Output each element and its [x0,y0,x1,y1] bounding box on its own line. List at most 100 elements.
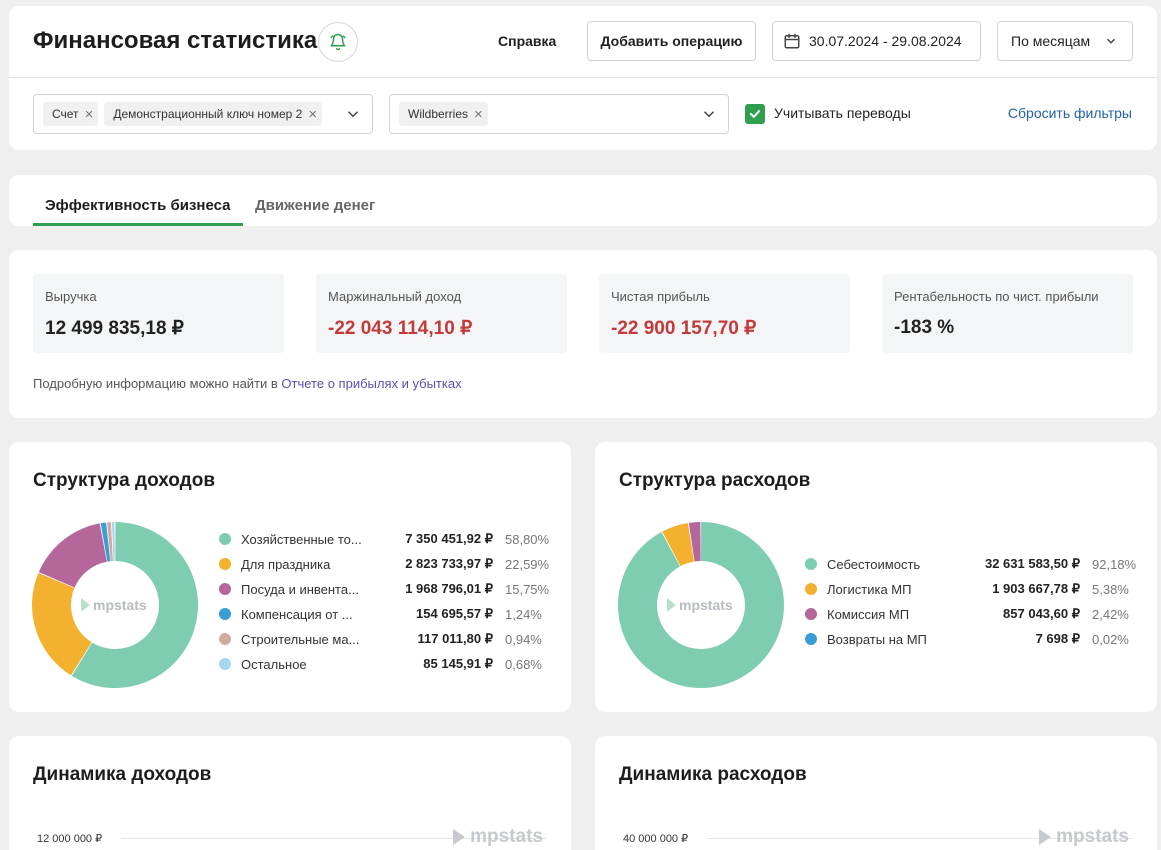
legend-percent: 1,24% [505,606,542,622]
legend-value: 117 011,80 ₽ [417,631,493,646]
close-icon[interactable]: × [85,107,94,122]
watermark: mpstats [81,597,147,613]
kpi-label: Чистая прибыль [611,289,710,304]
legend-percent: 15,75% [505,581,550,597]
notifications-button[interactable] [318,22,358,62]
help-link[interactable]: Справка [498,33,556,49]
legend-item[interactable]: Возвраты на МП 7 698 ₽ 0,02% [805,629,1135,649]
legend-item[interactable]: Строительные ма... 117 011,80 ₽ 0,94% [219,629,549,649]
watermark: mpstats [452,826,543,848]
legend-label: Для праздника [241,556,331,572]
legend-item[interactable]: Комиссия МП 857 043,60 ₽ 2,42% [805,604,1135,624]
legend-dot [805,608,817,620]
legend-dot [805,558,817,570]
legend-dot [805,633,817,645]
header-card: Финансовая статистика Справка Добавить о… [9,6,1157,150]
pnl-report-link[interactable]: Отчете о прибылях и убытках [281,376,461,391]
add-operation-button[interactable]: Добавить операцию [587,21,756,61]
legend-item[interactable]: Остальное 85 145,91 ₽ 0,68% [219,654,549,674]
legend-value: 154 695,57 ₽ [416,606,493,621]
period-value: По месяцам [1011,33,1091,49]
legend-percent: 0,02% [1092,631,1129,647]
income-donut-chart: mpstats [32,522,199,688]
legend-value: 1 903 667,78 ₽ [992,581,1080,596]
legend-value: 1 968 796,01 ₽ [405,581,493,596]
reset-filters-link[interactable]: Сбросить фильтры [1008,105,1132,121]
legend-item[interactable]: Для праздника 2 823 733,97 ₽ 22,59% [219,554,549,574]
legend-percent: 58,80% [505,531,550,547]
date-range-picker[interactable]: 30.07.2024 - 29.08.2024 [772,21,981,61]
check-icon [749,110,761,118]
kpi-net-profit: Чистая прибыль -22 900 157,70 ₽ [599,274,850,353]
legend-value: 857 043,60 ₽ [1003,606,1080,621]
legend-dot [219,608,231,620]
period-select[interactable]: По месяцам [997,21,1133,61]
mpstats-logo-icon [667,598,676,612]
mpstats-logo-icon [1039,829,1052,845]
legend-label: Строительные ма... [241,631,360,647]
legend-dot [219,558,231,570]
legend-percent: 2,42% [1092,606,1129,622]
legend-item[interactable]: Логистика МП 1 903 667,78 ₽ 5,38% [805,579,1135,599]
legend-percent: 0,94% [505,631,542,647]
legend-item[interactable]: Себестоимость 32 631 583,50 ₽ 92,18% [805,554,1137,574]
legend-label: Посуда и инвента... [241,581,359,597]
kpi-note-text: Подробную информацию можно найти в [33,376,282,391]
card-title: Динамика доходов [33,764,212,785]
legend-item[interactable]: Хозяйственные то... 7 350 451,92 ₽ 58,80% [219,529,549,549]
calendar-icon [784,33,800,49]
watermark-text: mpstats [93,597,147,613]
legend-item[interactable]: Компенсация от ... 154 695,57 ₽ 1,24% [219,604,549,624]
legend-value: 7 350 451,92 ₽ [405,531,493,546]
income-dynamics-card: Динамика доходов 12 000 000 ₽ mpstats [9,736,571,850]
expense-donut-chart: mpstats [618,522,784,688]
close-icon[interactable]: × [474,107,483,122]
legend-label: Логистика МП [827,581,912,597]
kpi-label: Рентабельность по чист. прибыли [894,289,1099,304]
filter-tag: Счет × [43,102,99,126]
kpi-marginal-income: Маржинальный доход -22 043 114,10 ₽ [316,274,567,353]
watermark-text: mpstats [679,597,733,613]
marketplace-filter-select[interactable]: Wildberries × [389,94,729,134]
legend-label: Остальное [241,656,307,672]
chevron-down-icon [1106,38,1116,44]
transfers-checkbox-label[interactable]: Учитывать переводы [774,105,911,121]
chevron-down-icon[interactable] [344,105,362,123]
card-title: Структура расходов [619,470,811,491]
tab-money-flow[interactable]: Движение денег [255,197,375,214]
kpi-label: Выручка [45,289,97,304]
header-divider [9,77,1157,78]
expense-legend: Себестоимость 32 631 583,50 ₽ 92,18% Логист… [805,554,1137,664]
legend-item[interactable]: Посуда и инвента... 1 968 796,01 ₽ 15,75% [219,579,549,599]
legend-label: Комиссия МП [827,606,910,622]
date-range-value: 30.07.2024 - 29.08.2024 [809,33,962,49]
filter-tag-label: Wildberries [408,107,469,121]
kpi-note: Подробную информацию можно найти в Отчет… [33,376,462,391]
account-filter-select[interactable]: Счет × Демонстрационный ключ номер 2 × [33,94,373,134]
legend-label: Компенсация от ... [241,606,353,622]
legend-percent: 92,18% [1092,556,1137,572]
legend-label: Хозяйственные то... [241,531,362,547]
income-legend: Хозяйственные то... 7 350 451,92 ₽ 58,80% Д… [219,529,549,689]
expense-structure-card: Структура расходов mpstats Себестоимость… [595,442,1157,712]
kpi-label: Маржинальный доход [328,289,462,304]
legend-percent: 22,59% [505,556,550,572]
filter-tag: Демонстрационный ключ номер 2 × [104,102,323,126]
page-title: Финансовая статистика [33,27,318,54]
legend-value: 2 823 733,97 ₽ [405,556,493,571]
chevron-down-icon[interactable] [700,105,718,123]
mpstats-logo-icon [81,598,90,612]
close-icon[interactable]: × [308,107,317,122]
kpi-value: 12 499 835,18 ₽ [45,318,184,339]
bell-icon [330,33,346,51]
transfers-checkbox[interactable] [745,104,765,124]
y-axis-tick: 40 000 000 ₽ [623,833,689,845]
tab-business-efficiency[interactable]: Эффективность бизнеса [45,197,230,214]
filter-tag-label: Демонстрационный ключ номер 2 [113,107,303,121]
y-axis-tick: 12 000 000 ₽ [37,833,103,845]
legend-value: 85 145,91 ₽ [423,656,493,671]
mpstats-logo-icon [453,829,466,845]
active-tab-indicator [33,223,243,226]
legend-value: 7 698 ₽ [1035,631,1080,646]
watermark-text: mpstats [1056,826,1129,847]
